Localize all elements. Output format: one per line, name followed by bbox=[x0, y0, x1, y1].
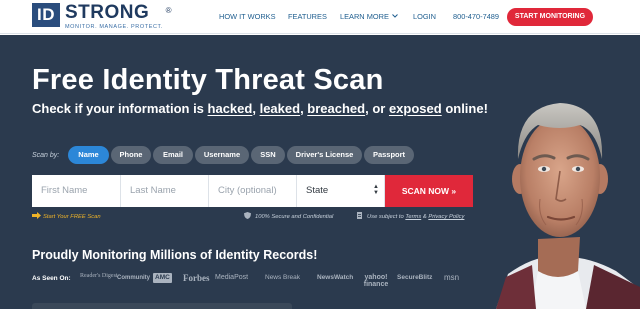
hero-subtitle: Check if your information is hacked, lea… bbox=[32, 101, 488, 116]
media-newswatch-logo: NewsWatch bbox=[317, 272, 353, 284]
logo-word: STRONG bbox=[65, 2, 150, 23]
document-icon bbox=[356, 212, 363, 219]
terms-prefix: Use subject to bbox=[367, 214, 406, 220]
nav-learn-more[interactable]: LEARN MORE bbox=[340, 0, 398, 34]
media-yahoo-finance-logo: yahoo! finance bbox=[361, 274, 391, 288]
registered-mark: ® bbox=[165, 6, 173, 15]
logo-strong-text: STRONG ® bbox=[65, 2, 171, 23]
subtitle-hacked: hacked bbox=[207, 101, 253, 116]
media-amc-text: AMC bbox=[155, 274, 170, 281]
free-scan-text: Start Your FREE Scan bbox=[43, 214, 101, 220]
nav-login[interactable]: LOGIN bbox=[413, 0, 436, 34]
subtitle-leaked: leaked bbox=[259, 101, 301, 116]
scan-by-label: Scan by: bbox=[32, 152, 60, 159]
media-readers-digest-logo: Reader's Digest bbox=[80, 273, 118, 279]
media-secureblitz-logo: SecureBlitz bbox=[397, 272, 432, 284]
bottom-card-edge bbox=[32, 303, 292, 309]
scan-type-passport[interactable]: Passport bbox=[364, 146, 414, 164]
media-news-break-text: News Break bbox=[265, 274, 301, 281]
logo-id-box: ID bbox=[32, 3, 60, 27]
state-select[interactable]: State ▲ ▼ bbox=[297, 175, 385, 207]
as-seen-on-label: As Seen On: bbox=[32, 275, 71, 282]
man-portrait-image bbox=[496, 103, 640, 309]
city-input[interactable] bbox=[209, 175, 297, 207]
media-forbes-text: Forbes bbox=[183, 273, 210, 283]
media-yahoo-finance-text: yahoo! finance bbox=[363, 274, 389, 288]
privacy-policy-link[interactable]: Privacy Policy bbox=[428, 214, 464, 220]
logo-wordmark: STRONG ® MONITOR. MANAGE. PROTECT. bbox=[65, 2, 171, 30]
arrow-hand-icon bbox=[32, 212, 41, 219]
shield-icon bbox=[244, 212, 251, 219]
start-monitoring-button[interactable]: START MONITORING bbox=[507, 8, 593, 26]
scan-type-ssn[interactable]: SSN bbox=[251, 146, 285, 164]
media-msn-text: msn bbox=[444, 273, 460, 282]
monitoring-headline: Proudly Monitoring Millions of Identity … bbox=[32, 248, 318, 262]
scan-form: State ▲▼ SCAN NOW » bbox=[32, 175, 473, 207]
hero-title: Free Identity Threat Scan bbox=[32, 64, 384, 96]
media-secureblitz-text: SecureBlitz bbox=[397, 274, 433, 281]
free-scan-note: Start Your FREE Scan bbox=[32, 212, 101, 220]
media-amc-logo: AMC bbox=[153, 273, 172, 283]
nav-features[interactable]: FEATURES bbox=[288, 0, 327, 34]
media-community-logo: Community bbox=[117, 272, 150, 284]
scan-type-name[interactable]: Name bbox=[68, 146, 109, 164]
select-arrows-icon: ▲ ▼ bbox=[373, 184, 379, 196]
media-newswatch-text: NewsWatch bbox=[317, 274, 354, 281]
last-name-input[interactable] bbox=[121, 175, 209, 207]
subtitle-exposed: exposed bbox=[388, 101, 442, 116]
media-community-text: Community bbox=[117, 275, 150, 281]
idstrong-logo[interactable]: ID STRONG ® MONITOR. MANAGE. PROTECT. bbox=[32, 2, 171, 30]
subtitle-sep: , or bbox=[365, 101, 389, 116]
scan-type-phone[interactable]: Phone bbox=[111, 146, 151, 164]
nav-learn-more-label: LEARN MORE bbox=[340, 12, 389, 21]
media-news-break-logo: News Break bbox=[265, 272, 300, 284]
secure-note: 100% Secure and Confidential bbox=[244, 212, 333, 220]
nav-phone-number[interactable]: 800-470-7489 bbox=[453, 0, 499, 34]
state-select-value: State bbox=[306, 185, 329, 196]
scan-type-drivers-license[interactable]: Driver's License bbox=[287, 146, 362, 164]
first-name-input[interactable] bbox=[32, 175, 121, 207]
media-mediapost-logo: MediaPost bbox=[215, 272, 248, 284]
chevron-down-icon bbox=[392, 0, 398, 33]
subtitle-prefix: Check if your information is bbox=[32, 101, 208, 116]
scan-now-button[interactable]: SCAN NOW » bbox=[385, 175, 473, 207]
nav-how-it-works[interactable]: HOW IT WORKS bbox=[219, 0, 276, 34]
media-forbes-logo: Forbes bbox=[183, 272, 210, 284]
secure-text: 100% Secure and Confidential bbox=[255, 214, 334, 220]
scan-type-email[interactable]: Email bbox=[153, 146, 193, 164]
scan-type-username[interactable]: Username bbox=[195, 146, 249, 164]
terms-link[interactable]: Terms bbox=[405, 214, 421, 220]
media-msn-logo: msn bbox=[444, 272, 459, 284]
subtitle-breached: breached bbox=[307, 101, 366, 116]
subtitle-suffix: online! bbox=[441, 101, 488, 116]
terms-note: Use subject to Terms & Privacy Policy bbox=[356, 212, 464, 220]
media-mediapost-text: MediaPost bbox=[215, 274, 249, 281]
site-header: ID STRONG ® MONITOR. MANAGE. PROTECT. HOW… bbox=[0, 0, 640, 34]
logo-tagline: MONITOR. MANAGE. PROTECT. bbox=[65, 24, 164, 30]
subtitle-sep: , bbox=[252, 101, 260, 116]
hero-section: Free Identity Threat Scan Check if your … bbox=[0, 35, 640, 309]
media-readers-digest-text: Reader's Digest bbox=[80, 273, 118, 279]
